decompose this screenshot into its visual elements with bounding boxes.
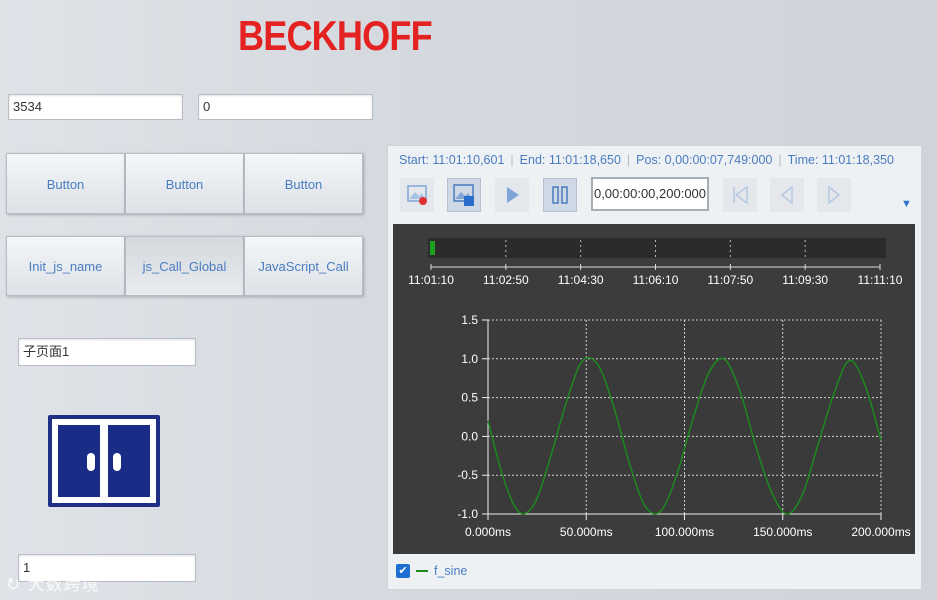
trend-info-bar: Start: 11:01:10,601 | End: 11:01:18,650 …	[399, 153, 894, 167]
save-image-icon	[453, 184, 474, 206]
x-tick-label: 50.000ms	[560, 525, 613, 539]
trend-chart-area[interactable]: 11:01:10 11:02:50 11:04:30 11:06:10 11:07:50…	[393, 224, 915, 554]
right-door	[108, 425, 150, 497]
play-button[interactable]	[495, 178, 529, 212]
x-tick-label: 100.000ms	[655, 525, 714, 539]
javascript-call-button[interactable]: JavaScript_Call	[244, 236, 363, 296]
play-icon	[507, 187, 519, 203]
overview-tick-label: 11:01:10	[408, 273, 454, 287]
x-tick-label: 0.000ms	[465, 525, 511, 539]
skip-start-icon	[733, 185, 748, 205]
legend-swatch	[416, 570, 428, 572]
pause-button[interactable]	[543, 178, 577, 212]
cabinet-icon[interactable]	[48, 415, 160, 507]
trend-start: Start: 11:01:10,601	[399, 153, 505, 167]
trend-end: End: 11:01:18,650	[519, 153, 621, 167]
legend-label: f_sine	[434, 564, 468, 578]
y-tick-label: 1.5	[461, 313, 478, 327]
overview-marker	[430, 241, 435, 255]
overview-tick-label: 11:04:30	[558, 273, 604, 287]
button-2[interactable]: Button	[125, 153, 244, 214]
overview-tick-label: 11:11:10	[858, 273, 903, 287]
value-b-input[interactable]: 0	[198, 94, 373, 120]
overview-tick-label: 11:09:30	[782, 273, 828, 287]
init-js-name-button[interactable]: Init_js_name	[6, 236, 125, 296]
left-door	[58, 425, 100, 497]
record-button[interactable]	[400, 178, 434, 212]
pause-icon	[552, 186, 568, 204]
y-tick-label: -1.0	[457, 507, 478, 521]
step-forward-icon	[828, 185, 841, 205]
toolbar-expand-icon[interactable]: ▼	[901, 198, 912, 210]
step-back-icon	[780, 185, 793, 205]
overview-strip	[428, 238, 886, 258]
y-tick-label: 0.5	[461, 391, 478, 405]
trend-panel: Start: 11:01:10,601 | End: 11:01:18,650 …	[387, 145, 922, 590]
y-tick-label: 0.0	[461, 429, 478, 443]
value-a-input[interactable]: 3534	[8, 94, 183, 120]
y-tick-label: 1.0	[461, 352, 478, 366]
overview-tick-label: 11:06:10	[633, 273, 679, 287]
js-call-global-button[interactable]: js_Call_Global	[125, 236, 244, 296]
y-tick-label: -0.5	[457, 468, 478, 482]
save-image-button[interactable]	[447, 178, 481, 212]
trend-time: Time: 11:01:18,350	[787, 153, 894, 167]
trend-pos: Pos: 0,00:00:07,749:000	[636, 153, 773, 167]
x-tick-label: 150.000ms	[753, 525, 812, 539]
button-3[interactable]: Button	[244, 153, 363, 214]
x-tick-label: 200.000ms	[851, 525, 910, 539]
legend-checkbox[interactable]: ✔	[396, 564, 410, 578]
watermark-text: 大数跨境	[27, 575, 100, 595]
overview-tick-label: 11:02:50	[483, 273, 529, 287]
record-icon	[407, 185, 427, 205]
step-forward-button[interactable]	[817, 178, 851, 212]
position-field[interactable]: 0,00:00:00,200:000	[591, 177, 709, 211]
button-1[interactable]: Button	[6, 153, 125, 214]
trend-chart: 11:01:10 11:02:50 11:04:30 11:06:10 11:07:50…	[408, 238, 911, 539]
watermark-logo-icon: ↻	[6, 575, 22, 595]
chart-legend: ✔ f_sine	[396, 560, 467, 582]
skip-start-button[interactable]	[723, 178, 757, 212]
step-back-button[interactable]	[770, 178, 804, 212]
subpage-input[interactable]: 子页面1	[18, 338, 196, 366]
beckhoff-logo: BECKHOFF	[238, 12, 433, 59]
watermark: ↻ 大数跨境	[6, 570, 100, 595]
overview-tick-label: 11:07:50	[707, 273, 753, 287]
